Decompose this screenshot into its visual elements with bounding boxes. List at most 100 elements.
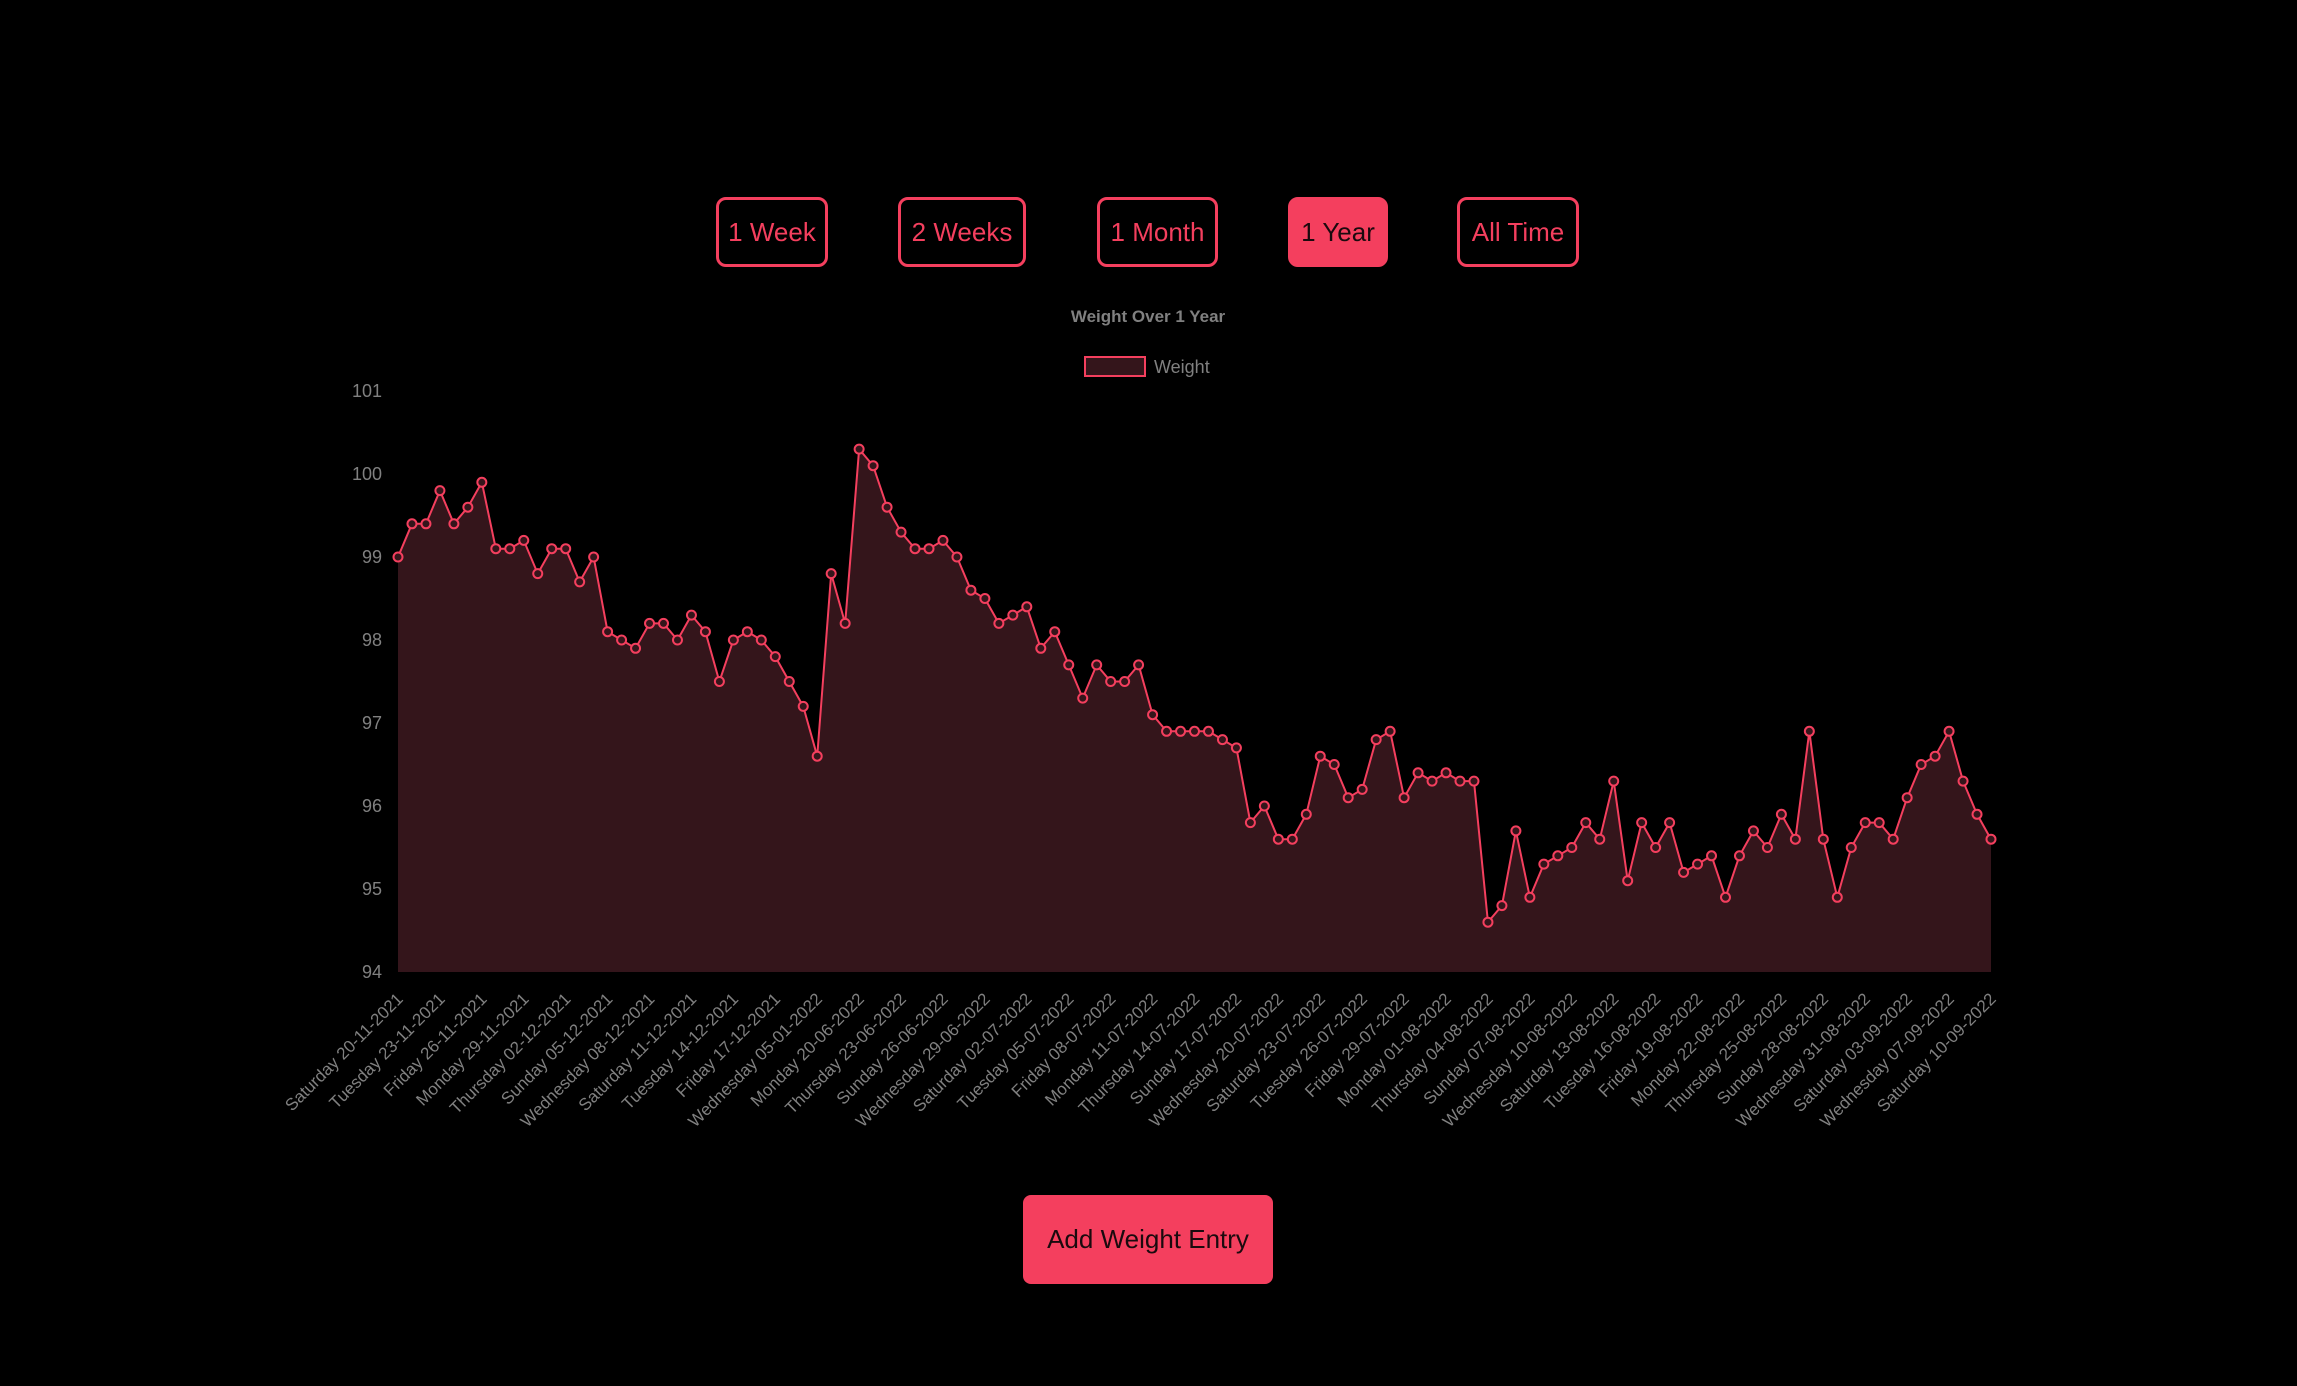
data-point[interactable]: [532, 568, 544, 580]
data-point[interactable]: [1105, 676, 1117, 687]
data-point[interactable]: [1398, 792, 1410, 804]
data-point[interactable]: [1007, 609, 1019, 621]
data-point[interactable]: [518, 534, 530, 546]
data-point[interactable]: [574, 576, 586, 588]
data-point[interactable]: [546, 543, 558, 555]
data-point[interactable]: [1328, 759, 1340, 770]
data-point[interactable]: [1747, 825, 1759, 837]
data-point[interactable]: [560, 543, 572, 555]
data-point[interactable]: [1314, 750, 1326, 762]
data-point[interactable]: [713, 676, 725, 687]
add-weight-entry-button[interactable]: Add Weight Entry: [1023, 1195, 1273, 1284]
data-point[interactable]: [1342, 792, 1354, 804]
data-point[interactable]: [965, 584, 977, 596]
data-point[interactable]: [1216, 734, 1228, 746]
data-point[interactable]: [853, 443, 865, 455]
chart-legend[interactable]: Weight: [1084, 356, 1210, 377]
data-point[interactable]: [1119, 676, 1131, 687]
data-point[interactable]: [741, 626, 753, 638]
data-point[interactable]: [1510, 825, 1522, 837]
data-point[interactable]: [1077, 692, 1089, 704]
data-point[interactable]: [881, 501, 893, 513]
data-point[interactable]: [1370, 734, 1382, 746]
data-point[interactable]: [490, 543, 502, 555]
data-point[interactable]: [1091, 659, 1103, 671]
data-point[interactable]: [1803, 725, 1815, 737]
data-point[interactable]: [1468, 775, 1480, 787]
data-point[interactable]: [504, 543, 516, 555]
data-point[interactable]: [1887, 833, 1899, 845]
data-point[interactable]: [1817, 833, 1829, 845]
data-point[interactable]: [1664, 817, 1676, 829]
data-point[interactable]: [671, 634, 683, 646]
data-point[interactable]: [811, 750, 823, 762]
data-point[interactable]: [1021, 601, 1033, 613]
data-point[interactable]: [1049, 626, 1061, 638]
data-point[interactable]: [1258, 800, 1270, 812]
data-point[interactable]: [1524, 891, 1536, 903]
data-point[interactable]: [476, 476, 488, 488]
data-point[interactable]: [951, 551, 963, 563]
data-point[interactable]: [1775, 808, 1787, 820]
data-point[interactable]: [1943, 725, 1955, 737]
data-point[interactable]: [1733, 850, 1745, 862]
data-point[interactable]: [1789, 833, 1801, 845]
data-point[interactable]: [1761, 842, 1773, 853]
data-point[interactable]: [1608, 775, 1620, 787]
data-point[interactable]: [1985, 833, 1997, 845]
data-point[interactable]: [1454, 775, 1466, 787]
data-point[interactable]: [699, 626, 711, 638]
data-point[interactable]: [755, 634, 767, 646]
data-point[interactable]: [462, 501, 474, 513]
data-point[interactable]: [1272, 833, 1284, 845]
data-point[interactable]: [1831, 891, 1843, 903]
data-point[interactable]: [448, 518, 460, 530]
data-point[interactable]: [1286, 833, 1298, 845]
data-point[interactable]: [1720, 891, 1731, 903]
data-point[interactable]: [909, 543, 921, 555]
data-point[interactable]: [1440, 767, 1452, 779]
data-point[interactable]: [825, 568, 837, 580]
data-point[interactable]: [1189, 725, 1200, 737]
data-point[interactable]: [1496, 900, 1508, 912]
data-point[interactable]: [392, 551, 404, 563]
data-point[interactable]: [1133, 659, 1145, 671]
data-point[interactable]: [1957, 775, 1969, 787]
data-point[interactable]: [923, 543, 935, 555]
data-point[interactable]: [727, 634, 739, 646]
data-point[interactable]: [602, 626, 614, 638]
data-point[interactable]: [1566, 842, 1578, 853]
data-point[interactable]: [1175, 725, 1187, 737]
data-point[interactable]: [1580, 817, 1592, 829]
data-point[interactable]: [1300, 808, 1312, 820]
data-point[interactable]: [1622, 875, 1634, 887]
data-point[interactable]: [420, 518, 432, 530]
data-point[interactable]: [1650, 842, 1662, 853]
data-point[interactable]: [895, 526, 907, 538]
data-point[interactable]: [1147, 709, 1159, 721]
data-point[interactable]: [839, 617, 851, 629]
data-point[interactable]: [1230, 742, 1242, 754]
data-point[interactable]: [588, 551, 600, 563]
data-point[interactable]: [434, 485, 446, 497]
data-point[interactable]: [1915, 759, 1927, 770]
data-point[interactable]: [783, 676, 795, 687]
data-point[interactable]: [1636, 817, 1648, 829]
data-point[interactable]: [1678, 866, 1690, 878]
data-point[interactable]: [797, 700, 809, 712]
data-point[interactable]: [1929, 750, 1941, 762]
data-point[interactable]: [993, 617, 1005, 629]
data-point[interactable]: [1692, 858, 1704, 870]
data-point[interactable]: [1552, 850, 1564, 862]
data-point[interactable]: [1356, 783, 1368, 795]
data-point[interactable]: [406, 518, 418, 530]
data-point[interactable]: [1482, 916, 1494, 928]
data-point[interactable]: [1244, 817, 1256, 829]
data-point[interactable]: [1412, 767, 1424, 779]
data-point[interactable]: [644, 617, 656, 629]
data-point[interactable]: [658, 617, 669, 629]
data-point[interactable]: [1901, 792, 1913, 804]
data-point[interactable]: [685, 609, 697, 621]
data-point[interactable]: [1063, 659, 1075, 671]
data-point[interactable]: [616, 634, 628, 646]
